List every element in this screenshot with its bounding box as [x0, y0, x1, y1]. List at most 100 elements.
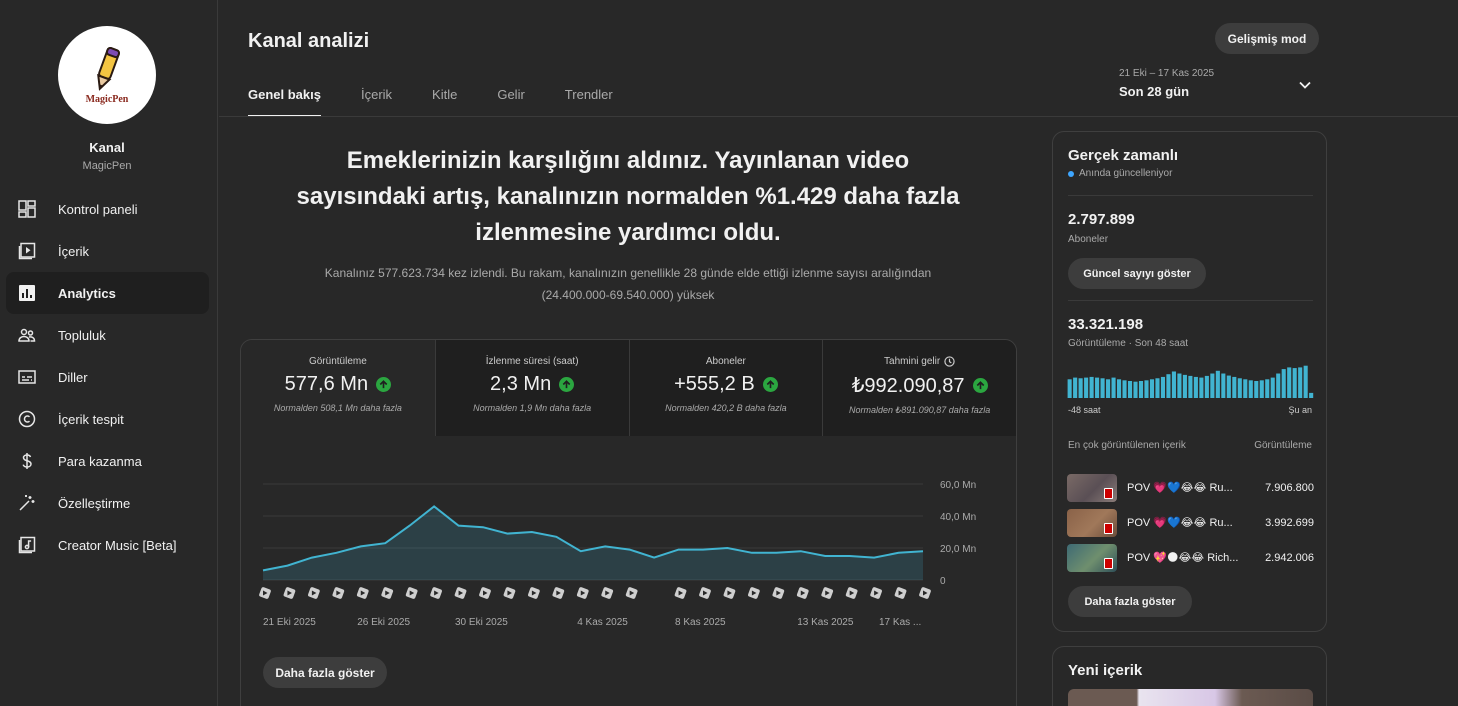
- data-point[interactable]: [603, 544, 607, 548]
- upload-marker-icon[interactable]: [259, 587, 272, 600]
- data-point[interactable]: [750, 551, 754, 555]
- realtime-bar[interactable]: [1122, 380, 1127, 398]
- realtime-bar[interactable]: [1095, 377, 1100, 398]
- realtime-bar[interactable]: [1182, 374, 1187, 398]
- data-point[interactable]: [701, 548, 705, 552]
- realtime-bar[interactable]: [1303, 365, 1308, 398]
- new-content-thumbnail[interactable]: [1068, 689, 1313, 706]
- realtime-bar[interactable]: [1298, 367, 1303, 398]
- realtime-bar[interactable]: [1084, 377, 1089, 398]
- realtime-bar[interactable]: [1248, 380, 1253, 398]
- realtime-bar[interactable]: [1292, 368, 1297, 398]
- sidebar-item-community[interactable]: Topluluk: [6, 314, 209, 356]
- upload-marker-icon[interactable]: [845, 587, 858, 600]
- metric-subscribers[interactable]: Aboneler +555,2 B Normalden 420,2 B daha…: [628, 340, 823, 436]
- realtime-bar[interactable]: [1133, 381, 1138, 398]
- views-chart[interactable]: 60,0 Mn 40,0 Mn 20,0 Mn 0 21 Eki 2025 26 Eki …: [241, 436, 1017, 666]
- realtime-bar[interactable]: [1232, 376, 1237, 398]
- list-item[interactable]: POV 💗💙😂😂 Ru... 7.906.800: [1067, 470, 1314, 505]
- realtime-bar[interactable]: [1265, 379, 1270, 398]
- data-point[interactable]: [579, 549, 583, 553]
- realtime-bar[interactable]: [1254, 381, 1259, 398]
- data-point[interactable]: [505, 532, 509, 536]
- upload-marker-icon[interactable]: [894, 587, 907, 600]
- realtime-bar[interactable]: [1215, 370, 1220, 398]
- upload-marker-icon[interactable]: [479, 587, 492, 600]
- realtime-bar[interactable]: [1067, 379, 1072, 398]
- realtime-bar-chart[interactable]: [1067, 364, 1314, 398]
- show-more-button[interactable]: Daha fazla göster: [1068, 586, 1192, 617]
- upload-marker-icon[interactable]: [430, 587, 443, 600]
- sidebar-item-content[interactable]: İçerik: [6, 230, 209, 272]
- video-thumbnail[interactable]: [1067, 543, 1117, 572]
- data-point[interactable]: [310, 556, 314, 560]
- realtime-bar[interactable]: [1281, 369, 1286, 398]
- data-point[interactable]: [677, 548, 681, 552]
- realtime-bar[interactable]: [1073, 377, 1078, 398]
- realtime-bar[interactable]: [1127, 381, 1133, 398]
- video-thumbnail[interactable]: [1067, 508, 1117, 537]
- upload-marker-icon[interactable]: [699, 587, 712, 600]
- data-point[interactable]: [285, 564, 289, 568]
- upload-marker-icon[interactable]: [821, 587, 834, 600]
- upload-marker-icon[interactable]: [796, 587, 809, 600]
- show-live-count-button[interactable]: Güncel sayıyı göster: [1068, 258, 1206, 289]
- data-point[interactable]: [554, 535, 558, 539]
- realtime-bar[interactable]: [1078, 378, 1083, 398]
- upload-marker-icon[interactable]: [625, 587, 638, 600]
- list-item[interactable]: POV 💖🌑😂😂 Rich... 2.942.006: [1067, 540, 1314, 575]
- realtime-bar[interactable]: [1259, 380, 1264, 398]
- upload-marker-icon[interactable]: [405, 587, 418, 600]
- metric-views[interactable]: Görüntüleme 577,6 Mn Normalden 508,1 Mn …: [241, 340, 435, 436]
- data-point[interactable]: [408, 524, 412, 528]
- sidebar-item-analytics[interactable]: Analytics: [6, 272, 209, 314]
- tab-revenue[interactable]: Gelir: [497, 87, 524, 117]
- upload-marker-icon[interactable]: [527, 587, 540, 600]
- upload-marker-icon[interactable]: [772, 587, 785, 600]
- data-point[interactable]: [334, 551, 338, 555]
- sidebar-item-creator-music[interactable]: Creator Music [Beta]: [6, 524, 209, 566]
- metric-watch-time[interactable]: İzlenme süresi (saat) 2,3 Mn Normalden 1…: [434, 340, 629, 436]
- realtime-bar[interactable]: [1243, 379, 1248, 398]
- realtime-bar[interactable]: [1155, 378, 1160, 398]
- data-point[interactable]: [383, 541, 387, 545]
- upload-marker-icon[interactable]: [552, 587, 565, 600]
- date-period-label[interactable]: Son 28 gün: [1119, 84, 1189, 99]
- upload-marker-icon[interactable]: [576, 587, 589, 600]
- data-point[interactable]: [725, 546, 729, 550]
- tab-content[interactable]: İçerik: [361, 87, 392, 117]
- data-point[interactable]: [457, 524, 461, 528]
- tab-overview[interactable]: Genel bakış: [248, 87, 321, 117]
- upload-marker-icon[interactable]: [601, 587, 614, 600]
- upload-marker-icon[interactable]: [332, 587, 345, 600]
- clock-icon[interactable]: [944, 356, 955, 367]
- upload-marker-icon[interactable]: [381, 587, 394, 600]
- realtime-bar[interactable]: [1111, 377, 1116, 398]
- tab-trends[interactable]: Trendler: [565, 87, 613, 117]
- data-point[interactable]: [530, 530, 534, 534]
- upload-marker-icon[interactable]: [454, 587, 467, 600]
- realtime-bar[interactable]: [1100, 378, 1105, 398]
- show-more-button[interactable]: Daha fazla göster: [263, 657, 387, 688]
- realtime-bar[interactable]: [1276, 373, 1281, 398]
- sidebar-item-dashboard[interactable]: Kontrol paneli: [6, 188, 209, 230]
- data-point[interactable]: [848, 554, 852, 558]
- tab-audience[interactable]: Kitle: [432, 87, 457, 117]
- upload-marker-icon[interactable]: [674, 587, 687, 600]
- data-point[interactable]: [628, 548, 632, 552]
- sidebar-item-languages[interactable]: Diller: [6, 356, 209, 398]
- data-point[interactable]: [897, 551, 901, 555]
- realtime-bar[interactable]: [1287, 367, 1292, 398]
- realtime-bar[interactable]: [1309, 392, 1314, 398]
- chevron-down-icon[interactable]: [1297, 77, 1313, 93]
- upload-marker-icon[interactable]: [283, 587, 296, 600]
- realtime-bar[interactable]: [1193, 376, 1198, 398]
- realtime-bar[interactable]: [1089, 376, 1094, 398]
- upload-marker-icon[interactable]: [870, 587, 883, 600]
- sidebar-item-customization[interactable]: Özelleştirme: [6, 482, 209, 524]
- upload-marker-icon[interactable]: [723, 587, 736, 600]
- data-point[interactable]: [872, 556, 876, 560]
- upload-marker-icon[interactable]: [747, 587, 760, 600]
- realtime-bar[interactable]: [1160, 376, 1165, 398]
- data-point[interactable]: [823, 554, 827, 558]
